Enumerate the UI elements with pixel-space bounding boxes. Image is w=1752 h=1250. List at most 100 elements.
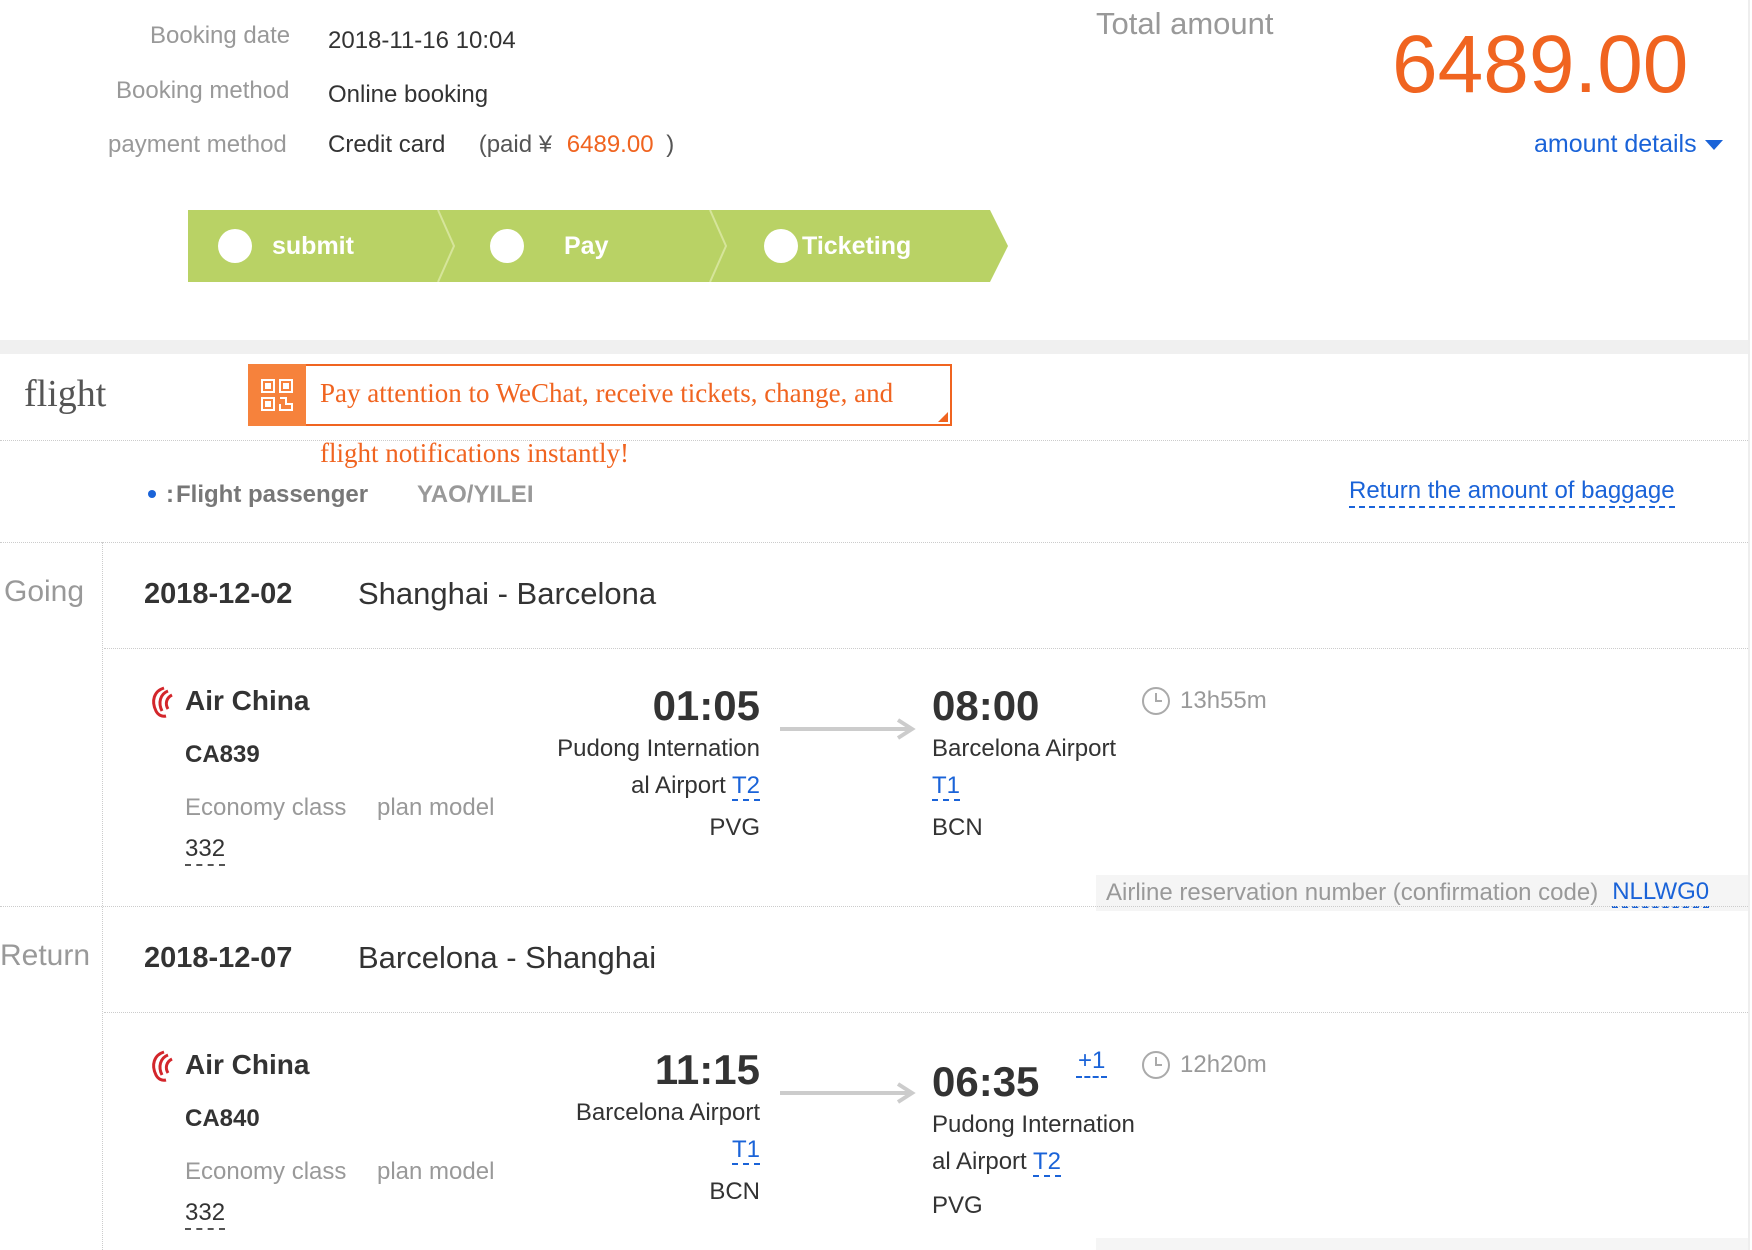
departure-time: 01:05 bbox=[652, 682, 760, 729]
flight-duration: 12h20m bbox=[1142, 1051, 1267, 1079]
section-divider bbox=[0, 340, 1748, 354]
page-right-edge bbox=[1748, 0, 1750, 1250]
booking-method-label: Booking method bbox=[116, 77, 290, 104]
wechat-notice-line1: Pay attention to WeChat, receive tickets… bbox=[320, 378, 894, 408]
departure-airport: Barcelona Airport T1 bbox=[500, 1094, 760, 1168]
departure-terminal[interactable]: T1 bbox=[731, 1136, 760, 1165]
plane-model-label: plan model bbox=[377, 794, 495, 821]
check-icon bbox=[490, 211, 524, 263]
departure-airport-name: al Airport bbox=[631, 772, 726, 799]
baggage-link[interactable]: Return the amount of baggage bbox=[1349, 476, 1675, 508]
air-china-logo-icon bbox=[148, 1049, 176, 1088]
bullet-icon bbox=[148, 490, 156, 498]
departure-time: 11:15 bbox=[654, 1046, 760, 1093]
departure-code: PVG bbox=[709, 814, 760, 841]
segment-label-return: Return bbox=[0, 939, 91, 972]
departure-terminal[interactable]: T2 bbox=[731, 772, 760, 801]
paid-amount: 6489.00 bbox=[566, 131, 654, 158]
clock-icon bbox=[1142, 687, 1170, 715]
airline-name: Air China bbox=[185, 1049, 310, 1080]
passenger-name: YAO/YILEI bbox=[417, 481, 534, 508]
separator-line bbox=[104, 1012, 1748, 1013]
plane-model-value[interactable]: 332 bbox=[185, 834, 226, 866]
arrival-airport-name: al Airport bbox=[932, 1148, 1027, 1175]
wechat-notice-box[interactable]: Pay attention to WeChat, receive tickets… bbox=[248, 364, 952, 426]
confirmation-label: Airline reservation number (confirmation… bbox=[1106, 879, 1599, 906]
segment-date: 2018-12-07 bbox=[144, 942, 293, 974]
arrival-airport-line1: Pudong Internation bbox=[932, 1111, 1135, 1138]
segment-route: Shanghai - Barcelona bbox=[358, 576, 657, 611]
confirmation-code[interactable]: NLLWG0 bbox=[1612, 878, 1710, 908]
paid-suffix: ) bbox=[666, 131, 675, 158]
separator-line bbox=[0, 440, 1748, 441]
passenger-label: :Flight passenger bbox=[166, 481, 368, 509]
amount-details-label: amount details bbox=[1534, 130, 1697, 158]
cabin-class: Economy class bbox=[185, 794, 347, 821]
passenger-label-text: Flight passenger bbox=[176, 481, 369, 508]
arrival-terminal[interactable]: T2 bbox=[1032, 1148, 1061, 1177]
flight-duration: 13h55m bbox=[1142, 687, 1267, 715]
flight-duration-text: 13h55m bbox=[1180, 687, 1267, 714]
arrow-right-icon bbox=[780, 718, 916, 745]
payment-method-text: Credit card bbox=[328, 131, 446, 158]
progress-step-submit: submit bbox=[218, 210, 354, 282]
arrival-code: PVG bbox=[932, 1192, 983, 1219]
total-amount-value: 6489.00 bbox=[1392, 19, 1689, 110]
arrow-right-icon bbox=[780, 1082, 916, 1109]
separator-line bbox=[104, 648, 1748, 649]
arrival-airport-line1: Barcelona Airport bbox=[932, 735, 1117, 762]
arrival-airport-line2: al Airport T2 bbox=[932, 1143, 1135, 1180]
departure-airport-line2: al Airport T2 bbox=[500, 767, 760, 804]
progress-step-label: submit bbox=[272, 231, 354, 260]
flight-duration-text: 12h20m bbox=[1180, 1051, 1267, 1078]
booking-method-value: Online booking bbox=[328, 81, 489, 108]
segment-date: 2018-12-02 bbox=[144, 578, 293, 610]
confirmation-bar-partial bbox=[1096, 1238, 1748, 1250]
progress-step-pay: Pay bbox=[490, 210, 608, 282]
departure-code: BCN bbox=[709, 1178, 760, 1205]
arrival-airport: Pudong Internation al Airport T2 bbox=[932, 1106, 1135, 1180]
progress-step-ticketing: Ticketing bbox=[764, 210, 911, 282]
paid-prefix: (paid ¥ bbox=[478, 131, 553, 158]
check-icon bbox=[218, 211, 252, 263]
separator-line bbox=[0, 906, 1748, 907]
segment-label-column-border bbox=[102, 542, 103, 1250]
departure-airport-line1: Barcelona Airport bbox=[575, 1099, 760, 1126]
booking-date-label: Booking date bbox=[150, 22, 291, 49]
departure-terminal-row: T1 bbox=[500, 1131, 760, 1168]
plane-model-value[interactable]: 332 bbox=[185, 1198, 226, 1230]
payment-method-label: payment method bbox=[108, 131, 287, 158]
cabin-class: Economy class bbox=[185, 1158, 347, 1185]
clock-icon bbox=[1142, 1051, 1170, 1079]
flight-number: CA839 bbox=[185, 741, 260, 768]
flight-number: CA840 bbox=[185, 1105, 260, 1132]
total-amount-label: Total amount bbox=[1096, 6, 1274, 41]
booking-progress: submit Pay Ticketing bbox=[188, 210, 1008, 282]
arrival-time: 06:35 bbox=[932, 1058, 1040, 1105]
progress-step-label: Pay bbox=[564, 231, 609, 260]
caret-down-icon bbox=[1704, 139, 1723, 150]
airline-name: Air China bbox=[185, 685, 310, 716]
resize-corner-icon bbox=[938, 412, 948, 422]
departure-airport: Pudong Internation al Airport T2 bbox=[500, 730, 760, 804]
amount-details-link[interactable]: amount details bbox=[1534, 130, 1723, 159]
wechat-notice-line2: flight notifications instantly! bbox=[320, 438, 629, 468]
arrival-terminal[interactable]: T1 bbox=[932, 772, 961, 801]
arrival-terminal-row: T1 bbox=[932, 767, 1116, 804]
flight-section-title: flight bbox=[24, 373, 107, 415]
segment-label-going: Going bbox=[4, 575, 85, 608]
plane-model-label: plan model bbox=[377, 1158, 495, 1185]
arrival-code: BCN bbox=[932, 814, 983, 841]
arrival-time: 08:00 bbox=[932, 682, 1040, 729]
progress-step-label: Ticketing bbox=[802, 231, 912, 260]
departure-airport-line1: Pudong Internation bbox=[557, 735, 760, 762]
arrival-day-offset[interactable]: +1 bbox=[1076, 1046, 1108, 1078]
check-icon bbox=[764, 211, 798, 263]
segment-route: Barcelona - Shanghai bbox=[358, 940, 657, 975]
arrival-airport: Barcelona Airport T1 bbox=[932, 730, 1116, 804]
colon-mark: : bbox=[166, 481, 174, 508]
air-china-logo-icon bbox=[148, 685, 176, 724]
booking-date-value: 2018-11-16 10:04 bbox=[328, 27, 516, 54]
separator-line bbox=[0, 542, 1748, 543]
payment-method-value: Credit card (paid ¥ 6489.00 ) bbox=[328, 131, 674, 159]
